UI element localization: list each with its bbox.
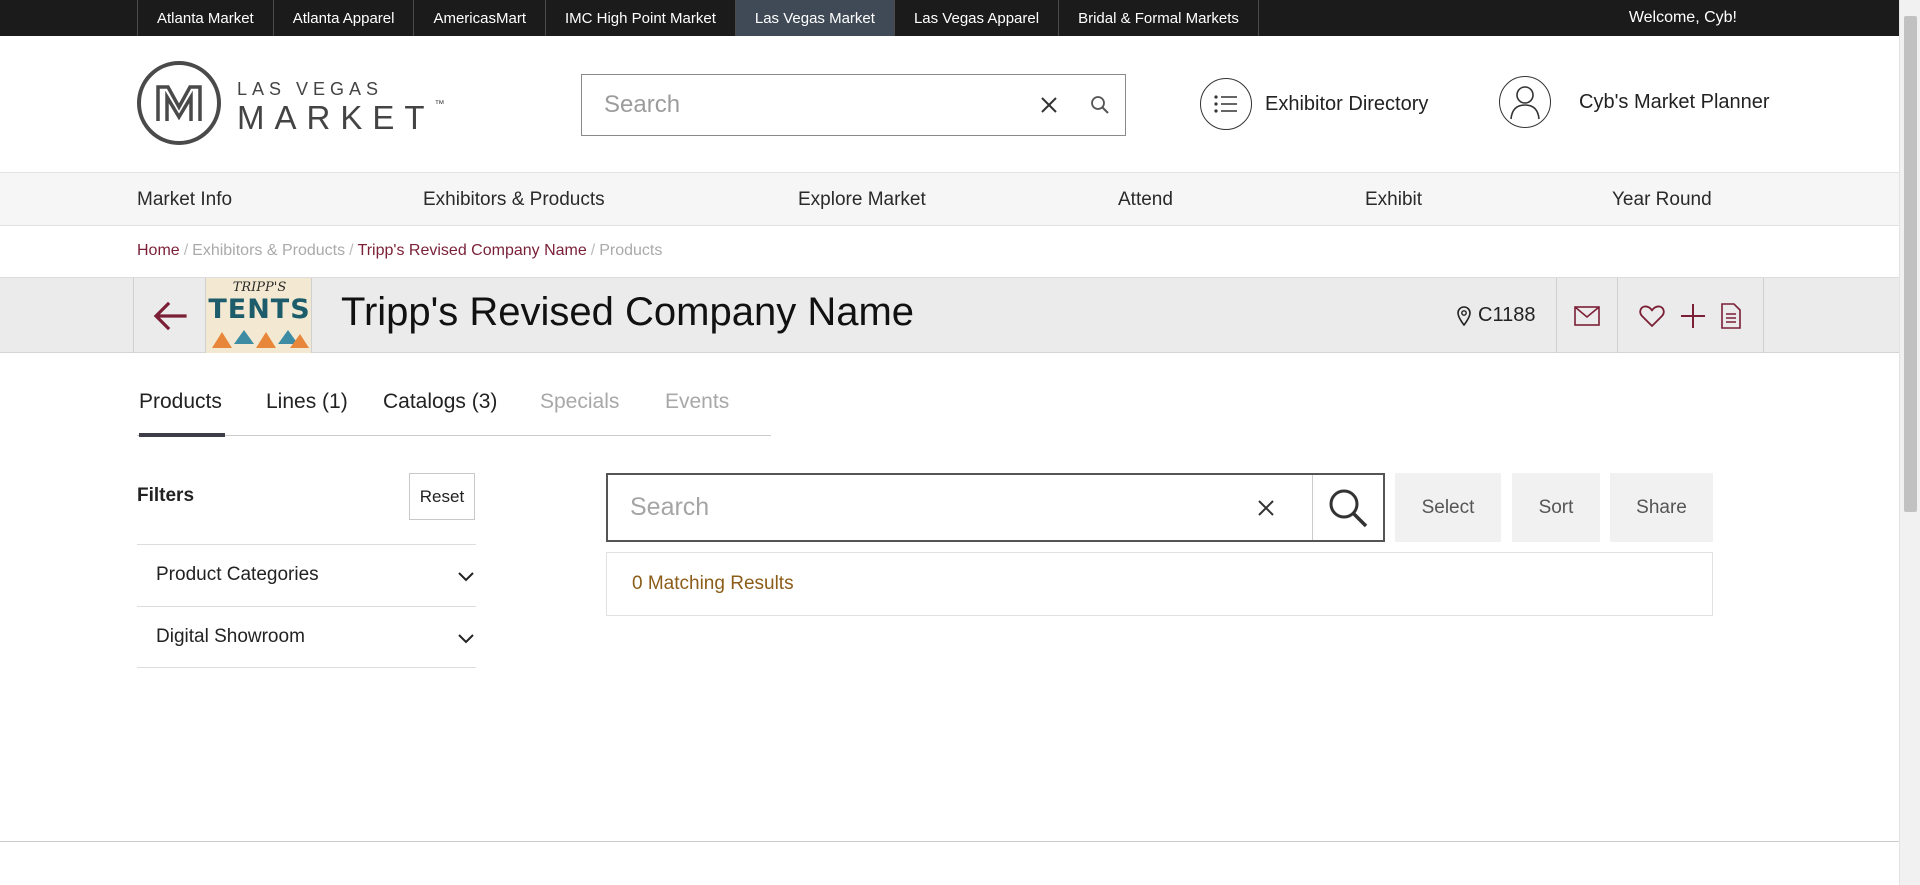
facet-divider (137, 667, 476, 668)
tab-catalogs[interactable]: Catalogs (3) (383, 390, 497, 436)
site-logo[interactable]: LAS VEGAS MARKET™ (137, 61, 445, 147)
exhibitor-directory-label: Exhibitor Directory (1265, 92, 1429, 115)
user-icon (1499, 76, 1551, 128)
breadcrumb-separator: / (183, 242, 189, 259)
scrollbar-thumb[interactable] (1904, 16, 1917, 512)
market-link-las-vegas-apparel[interactable]: Las Vegas Apparel (895, 0, 1060, 36)
nav-item-attend[interactable]: Attend (1118, 173, 1173, 227)
market-link-las-vegas-market[interactable]: Las Vegas Market (735, 0, 895, 36)
market-switcher-bar: Atlanta Market Atlanta Apparel AmericasM… (0, 0, 1899, 36)
mail-icon (1574, 305, 1600, 326)
breadcrumb-separator: / (590, 242, 596, 259)
nav-item-market-info[interactable]: Market Info (137, 173, 232, 227)
contact-exhibitor-button[interactable] (1556, 278, 1618, 353)
chevron-down-icon (458, 572, 474, 582)
booth-location-link[interactable]: C1188 (1457, 278, 1535, 353)
search-icon[interactable] (1085, 90, 1115, 120)
market-link-atlanta-apparel[interactable]: Atlanta Apparel (274, 0, 415, 36)
main-nav: Market Info Exhibitors & Products Explor… (0, 172, 1899, 226)
exhibitor-actions (1556, 278, 1764, 353)
breadcrumb-company[interactable]: Tripp's Revised Company Name (358, 242, 587, 260)
breadcrumb-home[interactable]: Home (137, 242, 180, 260)
breadcrumb-exhibitors-products[interactable]: Exhibitors & Products (192, 242, 345, 260)
welcome-user-link[interactable]: Welcome, Cyb! (1629, 0, 1737, 36)
tab-products[interactable]: Products (139, 390, 225, 437)
header-search (581, 74, 1126, 136)
facet-digital-showroom[interactable]: Digital Showroom (137, 606, 476, 667)
footer-divider (0, 841, 1899, 842)
filters-heading: Filters (137, 485, 195, 506)
nav-item-exhibitors-products[interactable]: Exhibitors & Products (423, 173, 605, 227)
exhibitor-logo-line1: TRIPP'S (232, 280, 287, 295)
list-icon (1200, 78, 1252, 130)
exhibitor-logo-line2: TENTS (208, 294, 311, 325)
plus-icon (1680, 303, 1705, 328)
lvm-logo-icon (137, 61, 221, 145)
tab-lines[interactable]: Lines (1) (266, 390, 348, 436)
favorite-button[interactable] (1639, 304, 1665, 328)
map-pin-icon (1457, 305, 1471, 326)
nav-item-year-round[interactable]: Year Round (1612, 173, 1712, 227)
logo-text-top: LAS VEGAS (237, 79, 384, 99)
breadcrumb-current: Products (599, 242, 663, 259)
back-button[interactable] (133, 278, 205, 353)
nav-item-exhibit[interactable]: Exhibit (1365, 173, 1422, 227)
document-icon (1721, 302, 1742, 329)
product-search (606, 473, 1385, 542)
market-planner-label: Cyb's Market Planner (1579, 90, 1770, 113)
market-planner-link[interactable]: Cyb's Market Planner (1499, 75, 1770, 129)
nav-item-explore-market[interactable]: Explore Market (798, 173, 926, 227)
facet-product-categories[interactable]: Product Categories (137, 544, 476, 605)
exhibitor-header-bar: TRIPP'S TENTS Tripp's Revised Company Na… (0, 277, 1899, 353)
tent-pennants-graphic (212, 330, 309, 348)
market-link-americasmart[interactable]: AmericasMart (414, 0, 546, 36)
breadcrumb-separator: / (349, 242, 354, 259)
market-link-atlanta-market[interactable]: Atlanta Market (138, 0, 274, 36)
market-link-bridal-formal[interactable]: Bridal & Formal Markets (1059, 0, 1259, 36)
matching-results-count: 0 Matching Results (606, 552, 1713, 616)
tab-events: Events (665, 390, 730, 413)
market-links: Atlanta Market Atlanta Apparel AmericasM… (137, 0, 1259, 36)
exhibitor-tabs: Products Lines (1) Catalogs (3) Specials… (137, 390, 771, 437)
chevron-down-icon (458, 634, 474, 644)
facet-label: Digital Showroom (156, 626, 305, 647)
reset-filters-button[interactable]: Reset (409, 473, 475, 520)
add-to-planner-button[interactable] (1680, 303, 1706, 329)
sort-button[interactable]: Sort (1512, 473, 1600, 542)
notes-button[interactable] (1720, 302, 1742, 329)
exhibitor-logo[interactable]: TRIPP'S TENTS (205, 278, 312, 353)
share-button[interactable]: Share (1610, 473, 1713, 542)
market-link-imc-high-point[interactable]: IMC High Point Market (546, 0, 736, 36)
search-icon[interactable] (1312, 475, 1383, 540)
tab-specials: Specials (540, 390, 620, 413)
close-icon[interactable] (1244, 486, 1288, 530)
booth-number: C1188 (1478, 304, 1536, 326)
arrow-left-icon (153, 301, 187, 330)
select-button[interactable]: Select (1395, 473, 1501, 542)
planner-action-group (1618, 278, 1764, 353)
close-icon[interactable] (1029, 85, 1069, 125)
logo-text-main: MARKET™ (237, 99, 445, 136)
header-search-input[interactable] (582, 75, 1029, 135)
page: Atlanta Market Atlanta Apparel AmericasM… (0, 0, 1920, 885)
facet-label: Product Categories (156, 564, 319, 585)
breadcrumb: Home / Exhibitors & Products / Tripp's R… (137, 242, 662, 260)
page-scrollbar[interactable] (1899, 0, 1920, 885)
exhibitor-directory-link[interactable]: Exhibitor Directory (1200, 77, 1428, 131)
heart-icon (1639, 305, 1665, 327)
product-search-input[interactable] (608, 475, 1244, 540)
exhibitor-name: Tripp's Revised Company Name (341, 290, 915, 334)
